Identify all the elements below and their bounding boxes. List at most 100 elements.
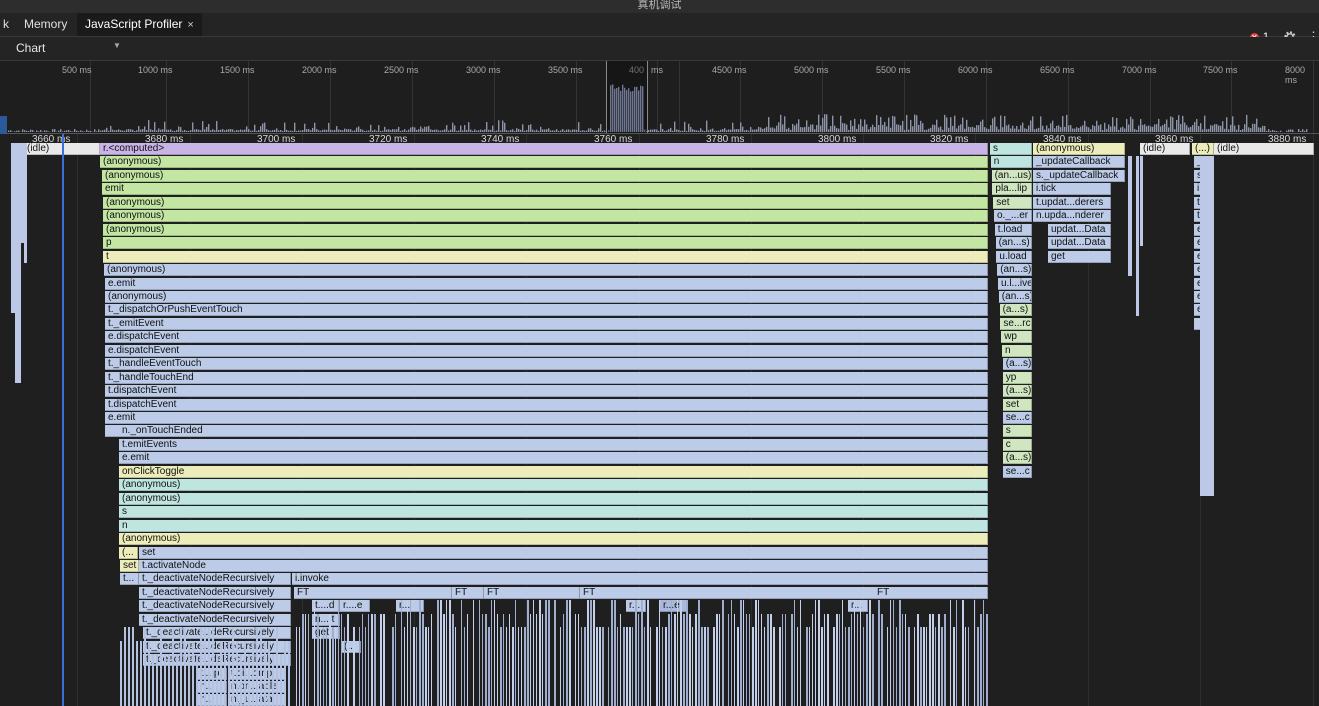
flame-frame[interactable] (680, 600, 682, 706)
flame-frame[interactable] (647, 600, 649, 706)
flame-frame[interactable] (767, 613, 769, 706)
flame-frame[interactable]: updat...Data (1048, 237, 1111, 250)
flame-frame[interactable] (737, 627, 739, 706)
flame-frame[interactable] (323, 627, 324, 706)
flame-frame[interactable]: (anonymous) (104, 264, 988, 277)
tab-truncated[interactable]: k (0, 13, 17, 36)
flame-frame[interactable] (437, 600, 439, 706)
flame-frame[interactable] (164, 654, 166, 706)
flame-frame[interactable]: (anonymous) (119, 492, 988, 505)
flame-frame[interactable] (932, 613, 934, 706)
flame-frame[interactable] (180, 627, 182, 706)
flame-frame[interactable]: (anonymous) (100, 156, 988, 169)
flame-frame[interactable] (252, 640, 254, 706)
flame-frame[interactable]: pla...lip (992, 183, 1032, 196)
flame-frame[interactable] (656, 627, 658, 706)
flame-frame[interactable] (404, 627, 405, 706)
flame-frame[interactable] (590, 600, 592, 706)
flame-frame[interactable] (809, 627, 810, 706)
flame-frame[interactable] (317, 613, 319, 706)
flame-frame[interactable] (482, 613, 483, 706)
flame-frame[interactable] (368, 613, 369, 706)
flame-frame[interactable]: p (103, 237, 988, 250)
flame-frame[interactable]: set (1002, 398, 1032, 411)
flame-frame[interactable] (244, 640, 246, 706)
flame-frame[interactable] (268, 640, 270, 706)
flame-frame[interactable]: t.dispatchEvent (105, 385, 988, 398)
flame-frame[interactable] (695, 613, 697, 706)
flame-frame[interactable] (136, 640, 138, 706)
flame-frame[interactable] (812, 613, 813, 706)
flame-frame[interactable] (276, 627, 278, 706)
flame-frame[interactable]: updat...Data (1048, 223, 1111, 236)
flame-frame[interactable] (120, 640, 122, 706)
flame-frame[interactable] (599, 627, 601, 706)
flame-frame[interactable] (1140, 156, 1143, 246)
flame-frame[interactable] (923, 627, 925, 706)
flame-frame[interactable]: u.l...ive (998, 277, 1032, 290)
flame-frame[interactable] (761, 613, 762, 706)
flame-frame[interactable]: emit (102, 183, 988, 196)
flame-frame[interactable]: set (120, 559, 139, 572)
flame-frame[interactable] (335, 627, 336, 706)
flame-frame[interactable] (272, 654, 274, 706)
flame-frame[interactable]: t._deactivateNodeRecursively (139, 613, 291, 626)
flame-frame[interactable]: FT (294, 586, 452, 599)
flame-frame[interactable] (413, 627, 415, 706)
flame-frame[interactable] (542, 613, 543, 706)
flame-frame[interactable] (416, 627, 417, 706)
flame-frame[interactable] (839, 613, 840, 706)
flame-frame[interactable] (160, 627, 162, 706)
flame-frame[interactable]: yp (1002, 371, 1032, 384)
flame-frame[interactable] (236, 640, 238, 706)
flame-frame[interactable] (683, 613, 685, 706)
flame-frame[interactable]: i.invoke (292, 573, 988, 586)
flame-frame[interactable]: t._handleEventTouch (105, 358, 988, 371)
flame-frame[interactable] (479, 600, 480, 706)
flame-frame[interactable]: s._updateCallback (1033, 169, 1125, 182)
flame-frame[interactable] (132, 627, 134, 706)
flame-frame[interactable] (941, 627, 943, 706)
flame-frame[interactable] (593, 600, 595, 706)
flame-frame[interactable]: (anonymous) (102, 169, 988, 182)
flame-frame[interactable] (608, 627, 609, 706)
flame-frame[interactable] (899, 600, 901, 706)
flame-frame[interactable] (887, 627, 888, 706)
flame-frame[interactable]: i.tick (1033, 183, 1111, 196)
flame-frame[interactable] (782, 613, 783, 706)
flame-frame[interactable]: n.upda...nderer (1033, 210, 1111, 223)
flame-frame[interactable] (815, 600, 816, 706)
flame-frame[interactable] (407, 600, 408, 706)
flame-frame[interactable] (575, 613, 576, 706)
flame-frame[interactable] (353, 627, 355, 706)
flame-frame[interactable] (464, 627, 465, 706)
flame-frame[interactable]: se...rc (1000, 317, 1032, 330)
flame-frame[interactable] (563, 613, 564, 706)
flame-frame[interactable] (216, 654, 218, 706)
flame-frame[interactable]: (anonymous) (119, 533, 988, 546)
flame-frame[interactable] (341, 613, 342, 706)
flame-frame[interactable]: n (1002, 344, 1032, 357)
flame-frame[interactable]: (a...s) (1002, 385, 1032, 398)
flame-frame[interactable] (752, 627, 754, 706)
flame-frame[interactable] (827, 613, 829, 706)
flame-frame[interactable]: se...c (1002, 412, 1032, 424)
flame-frame[interactable] (280, 654, 282, 706)
flame-frame[interactable]: n (990, 156, 1032, 169)
flame-frame[interactable] (509, 613, 510, 706)
flame-frame[interactable] (917, 613, 919, 706)
flame-frame[interactable] (569, 600, 571, 706)
flame-frame[interactable]: e.dispatchEvent (105, 344, 988, 357)
flame-frame[interactable] (533, 600, 534, 706)
flame-frame[interactable] (833, 627, 835, 706)
flame-frame[interactable] (176, 654, 178, 706)
flame-frame[interactable] (449, 600, 451, 706)
flame-frame[interactable] (851, 613, 852, 706)
flame-frame[interactable] (662, 627, 663, 706)
flame-frame[interactable]: (anonymous) (105, 290, 988, 303)
flame-frame[interactable] (863, 627, 864, 706)
flame-frame[interactable]: set (993, 196, 1032, 209)
flame-frame[interactable] (728, 613, 729, 706)
flame-frame[interactable] (422, 613, 424, 706)
flame-frame[interactable] (668, 613, 670, 706)
